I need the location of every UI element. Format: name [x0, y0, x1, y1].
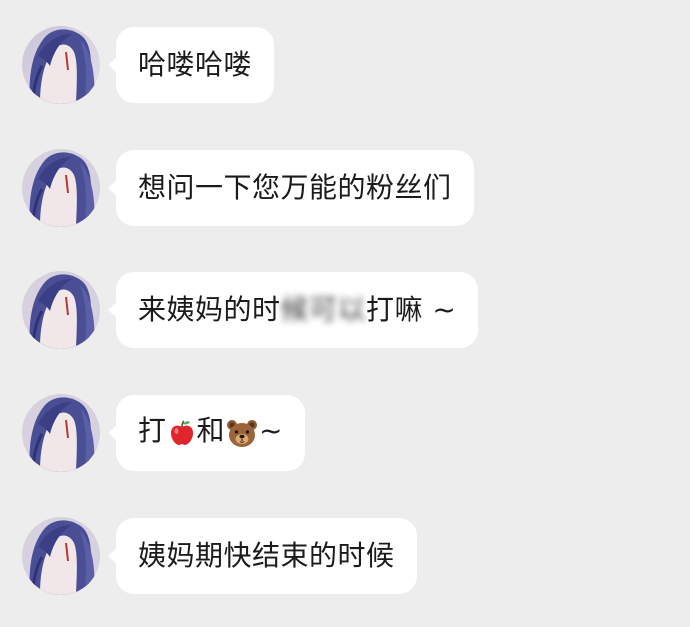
blurred-text: 候可以: [280, 293, 367, 326]
anime-avatar-icon: [22, 149, 100, 227]
message-text-part: 打: [138, 414, 167, 447]
avatar[interactable]: [22, 517, 100, 595]
message-text-part: 打嘛 ~: [366, 293, 457, 326]
message-text: 想问一下您万能的粉丝们: [138, 171, 452, 204]
message-bubble[interactable]: 来姨妈的时候可以打嘛 ~: [107, 272, 479, 348]
anime-avatar-icon: [22, 26, 100, 104]
apple-emoji-icon: [167, 418, 197, 448]
avatar[interactable]: [22, 271, 100, 349]
message-text: 哈喽哈喽: [138, 48, 253, 81]
message-bubble[interactable]: 姨妈期快结束的时候: [108, 518, 417, 594]
message-text: 姨妈期快结束的时候: [138, 539, 395, 572]
avatar[interactable]: [22, 26, 100, 104]
message-text: 来姨妈的时候可以打嘛 ~: [138, 296, 456, 324]
message-row: 来姨妈的时候可以打嘛 ~: [22, 270, 479, 350]
message-row: 姨妈期快结束的时候: [22, 516, 417, 596]
message-text-part: ~: [259, 414, 283, 447]
chat-thread: 哈喽哈喽 想问一下您万能的粉丝们 来姨妈的时候可以打嘛 ~ 打 和 ~ 姨妈期快…: [0, 0, 690, 627]
anime-avatar-icon: [22, 517, 100, 595]
anime-avatar-icon: [22, 271, 100, 349]
message-text-part: 和: [196, 414, 226, 447]
message-bubble[interactable]: 想问一下您万能的粉丝们: [108, 150, 474, 226]
message-row: 打 和 ~: [22, 393, 305, 473]
message-text-part: 来姨妈的时: [138, 293, 281, 326]
message-row: 哈喽哈喽: [22, 25, 275, 105]
anime-avatar-icon: [22, 394, 100, 472]
message-bubble[interactable]: 打 和 ~: [108, 395, 305, 471]
avatar[interactable]: [22, 394, 100, 472]
message-row: 想问一下您万能的粉丝们: [22, 148, 474, 228]
message-text: 打 和 ~: [138, 417, 283, 449]
bear-emoji-icon: [225, 417, 259, 449]
message-bubble[interactable]: 哈喽哈喽: [107, 27, 275, 103]
avatar[interactable]: [22, 149, 100, 227]
